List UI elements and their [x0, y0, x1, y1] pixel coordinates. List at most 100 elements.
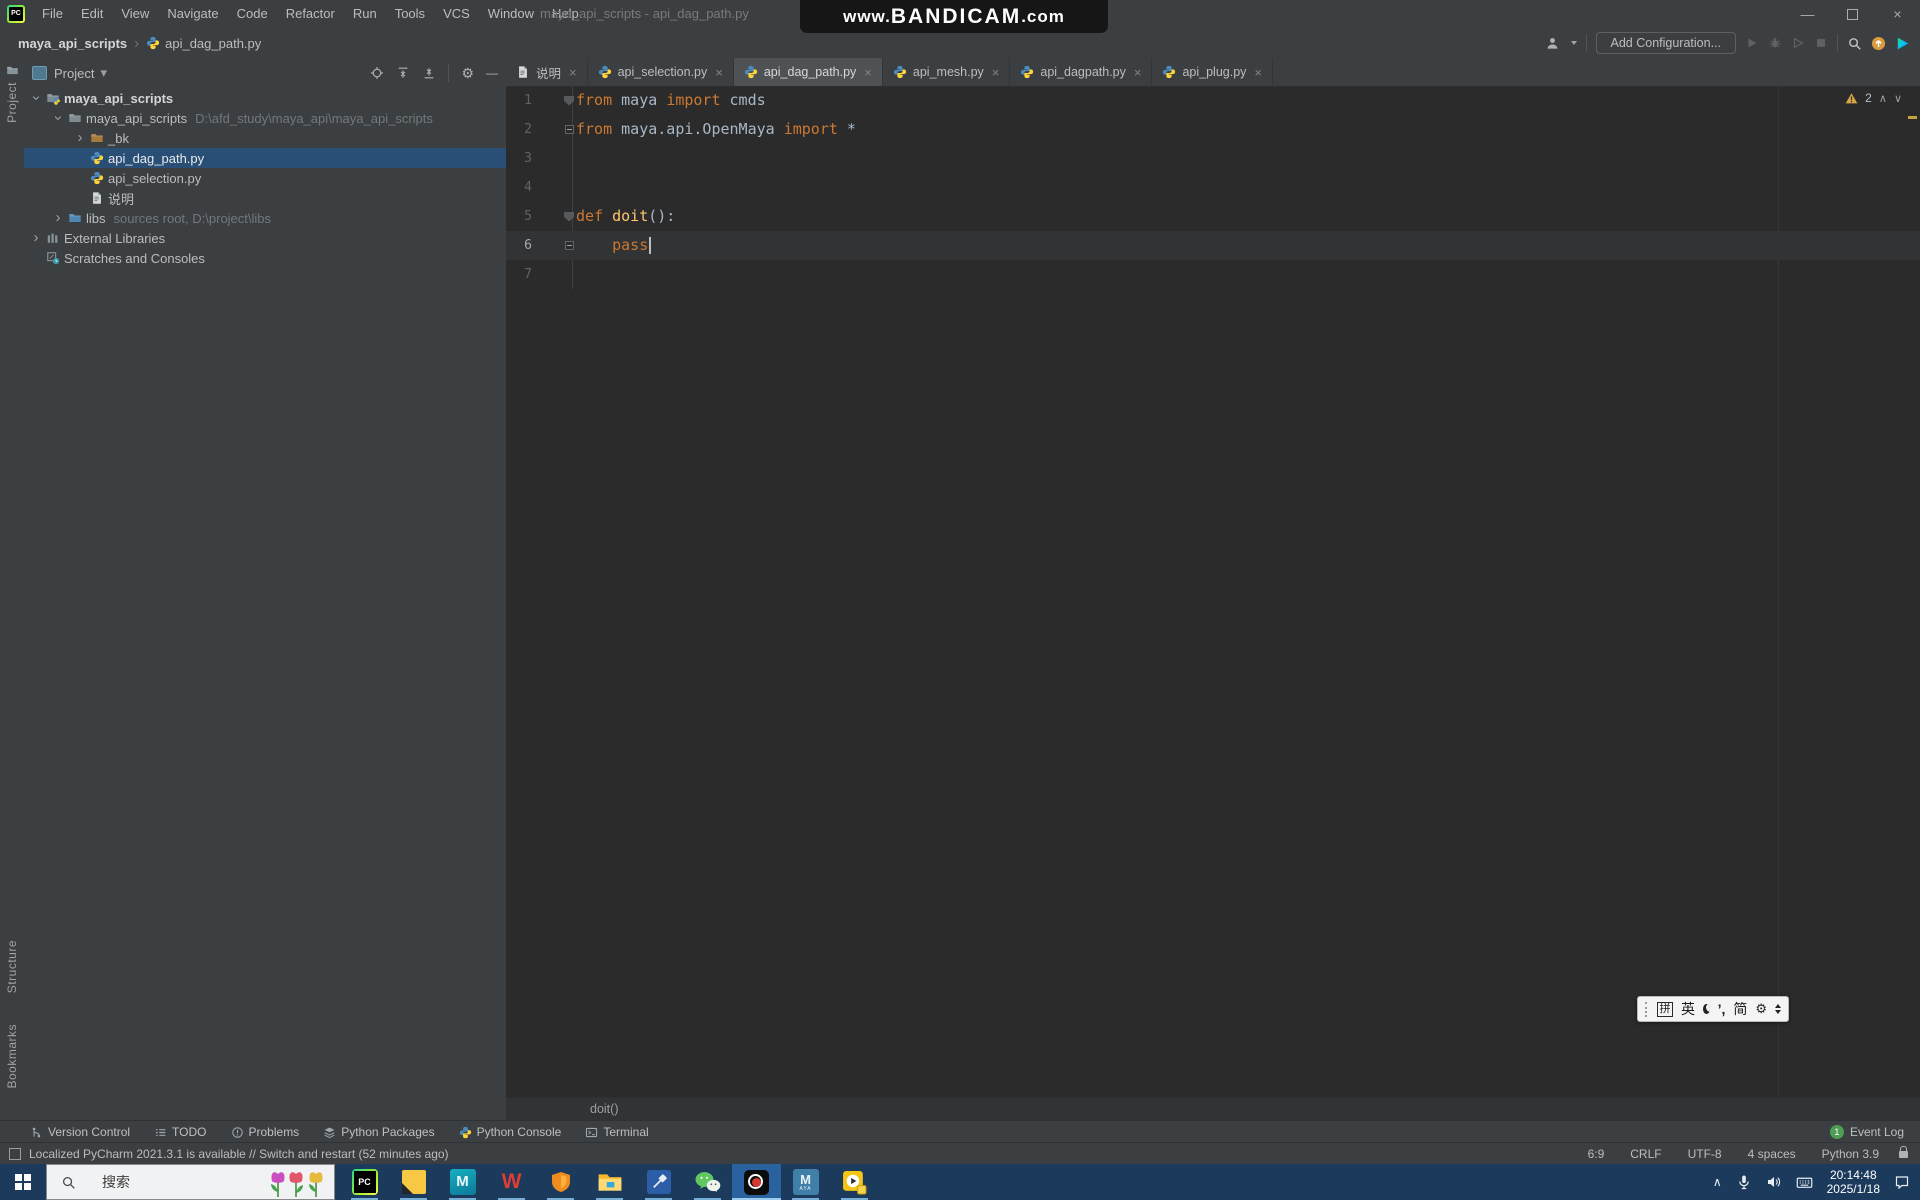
- taskbar-app-media[interactable]: [830, 1164, 879, 1200]
- tool-button-python-console[interactable]: Python Console: [459, 1125, 561, 1139]
- code-line-7[interactable]: 7: [506, 260, 1920, 289]
- line-number[interactable]: 5: [506, 209, 532, 224]
- tree-expand-icon[interactable]: ›: [50, 210, 66, 225]
- event-log-button[interactable]: 1 Event Log: [1829, 1125, 1920, 1139]
- ime-gear-icon[interactable]: ⚙: [1755, 1001, 1767, 1017]
- tree-item-libs[interactable]: › libs sources root, D:\project\libs: [24, 208, 506, 228]
- line-number[interactable]: 1: [506, 93, 532, 108]
- status-message[interactable]: Localized PyCharm 2021.3.1 is available …: [29, 1147, 449, 1161]
- tab-close-icon[interactable]: ×: [569, 65, 577, 80]
- update-available-icon[interactable]: [1871, 36, 1886, 51]
- menu-vcs[interactable]: VCS: [434, 0, 479, 28]
- menu-code[interactable]: Code: [228, 0, 277, 28]
- microphone-icon[interactable]: [1736, 1174, 1752, 1190]
- stripe-structure-button[interactable]: Structure: [0, 940, 24, 993]
- code-line-5[interactable]: 5 def doit():: [506, 202, 1920, 231]
- breadcrumb-file[interactable]: api_dag_path.py: [146, 36, 261, 51]
- tab-close-icon[interactable]: ×: [1254, 65, 1262, 80]
- ime-halfwidth-moon-icon[interactable]: [1702, 1004, 1710, 1014]
- tab-api_dag_path-py[interactable]: api_dag_path.py ×: [733, 58, 883, 86]
- code-line-6[interactable]: 6 pass: [506, 231, 1920, 260]
- speaker-icon[interactable]: [1766, 1174, 1782, 1190]
- taskbar-app-maya[interactable]: M: [438, 1164, 487, 1200]
- tree-collapse-icon[interactable]: ›: [28, 90, 45, 106]
- ime-simplified-button[interactable]: 简: [1733, 999, 1747, 1019]
- code-line-2[interactable]: 2 from maya.api.OpenMaya import *: [506, 115, 1920, 144]
- editor-breadcrumb[interactable]: doit(): [506, 1097, 1920, 1120]
- tool-button-problems[interactable]: Problems: [231, 1125, 299, 1139]
- run-icon[interactable]: [1745, 36, 1759, 50]
- breadcrumb-project[interactable]: maya_api_scripts: [18, 36, 127, 51]
- line-number[interactable]: 3: [506, 151, 532, 166]
- tree-collapse-icon[interactable]: ›: [50, 110, 67, 126]
- taskbar-app-notes[interactable]: [389, 1164, 438, 1200]
- menu-edit[interactable]: Edit: [72, 0, 112, 28]
- menu-run[interactable]: Run: [344, 0, 386, 28]
- restore-button[interactable]: [1830, 0, 1875, 28]
- code-line-4[interactable]: 4: [506, 173, 1920, 202]
- tab-close-icon[interactable]: ×: [992, 65, 1000, 80]
- collapse-all-icon[interactable]: [422, 66, 436, 80]
- taskbar-clock[interactable]: 20:14:48 2025/1/18: [1827, 1168, 1880, 1196]
- stop-icon[interactable]: [1814, 36, 1828, 50]
- taskbar-app-security[interactable]: [536, 1164, 585, 1200]
- menu-tools[interactable]: Tools: [386, 0, 434, 28]
- fold-marker-icon[interactable]: [565, 241, 574, 250]
- tree-expand-icon[interactable]: ›: [72, 130, 88, 145]
- ime-updown-icon[interactable]: [1775, 1003, 1781, 1015]
- taskbar-app-bandicam[interactable]: [732, 1164, 781, 1200]
- debug-icon[interactable]: [1768, 36, 1782, 50]
- taskbar-search-box[interactable]: 搜索: [46, 1164, 335, 1200]
- line-number[interactable]: 2: [506, 122, 532, 137]
- lock-icon[interactable]: [1899, 1145, 1908, 1158]
- fold-marker-icon[interactable]: [564, 211, 574, 222]
- ime-drag-handle[interactable]: [1645, 1001, 1649, 1017]
- tool-button-todo[interactable]: TODO: [154, 1125, 207, 1139]
- caret-position[interactable]: 6:9: [1588, 1147, 1605, 1161]
- code-line-3[interactable]: 3: [506, 144, 1920, 173]
- menu-window[interactable]: Window: [479, 0, 543, 28]
- tool-button-terminal[interactable]: Terminal: [585, 1125, 649, 1139]
- start-button[interactable]: [0, 1164, 46, 1200]
- notification-center-icon[interactable]: [1894, 1174, 1910, 1190]
- fold-marker-icon[interactable]: [564, 95, 574, 106]
- search-everywhere-icon[interactable]: [1847, 36, 1862, 51]
- tree-item-_bk[interactable]: › _bk: [24, 128, 506, 148]
- project-panel-title[interactable]: Project: [54, 66, 94, 81]
- indent-setting[interactable]: 4 spaces: [1748, 1147, 1796, 1161]
- menu-refactor[interactable]: Refactor: [277, 0, 344, 28]
- tab-api_mesh-py[interactable]: api_mesh.py ×: [883, 58, 1011, 86]
- tool-button-python-packages[interactable]: Python Packages: [323, 1125, 435, 1139]
- run-with-coverage-icon[interactable]: [1791, 36, 1805, 50]
- taskbar-app-pycharm[interactable]: PC: [340, 1164, 389, 1200]
- taskbar-app-hammer[interactable]: [634, 1164, 683, 1200]
- tab-api_selection-py[interactable]: api_selection.py ×: [588, 58, 734, 86]
- menu-file[interactable]: File: [33, 0, 72, 28]
- project-dropdown-icon[interactable]: ▾: [100, 65, 107, 81]
- tab-api_plug-py[interactable]: api_plug.py ×: [1152, 58, 1274, 86]
- keyboard-icon[interactable]: [1796, 1174, 1813, 1191]
- tree-item-api_dag_path-py[interactable]: api_dag_path.py: [24, 148, 506, 168]
- taskbar-app-maya-docs[interactable]: M AYA: [781, 1164, 830, 1200]
- ime-punctuation-button[interactable]: ’,: [1718, 1001, 1726, 1017]
- hide-panel-icon[interactable]: —: [486, 66, 498, 80]
- line-number[interactable]: 4: [506, 180, 532, 195]
- select-opened-file-icon[interactable]: [370, 66, 384, 80]
- line-number[interactable]: 7: [506, 267, 532, 282]
- close-button[interactable]: ×: [1875, 0, 1920, 28]
- tulips-decoration[interactable]: [266, 1168, 332, 1198]
- python-interpreter[interactable]: Python 3.9: [1822, 1147, 1879, 1161]
- stripe-project-button[interactable]: Project: [0, 64, 24, 123]
- add-configuration-button[interactable]: Add Configuration...: [1595, 32, 1736, 54]
- tab-close-icon[interactable]: ×: [1134, 65, 1142, 80]
- tab-close-icon[interactable]: ×: [715, 65, 723, 80]
- taskbar-app-explorer[interactable]: [585, 1164, 634, 1200]
- menu-view[interactable]: View: [112, 0, 158, 28]
- line-ending[interactable]: CRLF: [1630, 1147, 1661, 1161]
- menu-navigate[interactable]: Navigate: [158, 0, 227, 28]
- tree-expand-icon[interactable]: ›: [28, 230, 44, 245]
- gradient-play-icon[interactable]: [1895, 36, 1910, 51]
- taskbar-app-wechat[interactable]: [683, 1164, 732, 1200]
- tab--[interactable]: 说明 ×: [506, 58, 588, 86]
- code-editor[interactable]: 2 ∧ ∨ 1 from maya import cmds 2 from maya.a…: [506, 86, 1920, 1098]
